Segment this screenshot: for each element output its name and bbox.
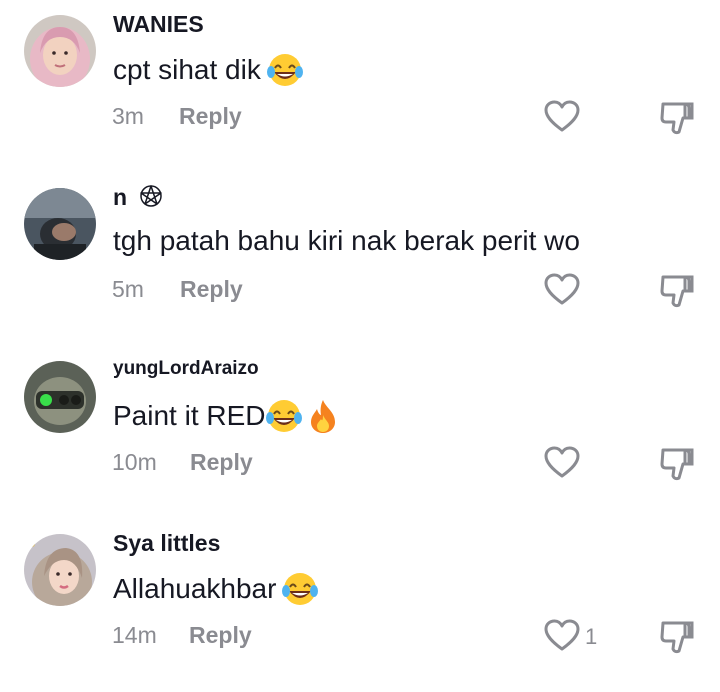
avatar[interactable]: [24, 534, 96, 606]
like-button[interactable]: [543, 444, 585, 484]
fire-emoji-icon: [308, 398, 338, 434]
comment-text-content: cpt sihat dik: [113, 54, 261, 85]
username[interactable]: Sya littles: [113, 530, 220, 557]
like-button[interactable]: [543, 98, 585, 138]
avatar[interactable]: [24, 15, 96, 87]
comment-text: cpt sihat dik: [113, 52, 303, 88]
thumbs-down-outline-icon: [659, 275, 695, 314]
username-text: n: [113, 184, 128, 211]
timestamp: 14m: [112, 622, 157, 648]
thumbs-down-outline-icon: [659, 102, 695, 141]
dislike-button[interactable]: [659, 272, 695, 315]
comment-text-content: Allahuakhbar: [113, 573, 277, 604]
reply-button[interactable]: Reply: [180, 276, 243, 303]
comment-item: WANIES cpt sihat dik 3m Reply: [0, 0, 720, 173]
username[interactable]: yungLordAraizo: [113, 358, 259, 380]
comment-text: Paint it RED: [113, 398, 338, 434]
heart-outline-icon: [543, 99, 581, 138]
thumbs-down-outline-icon: [659, 448, 695, 487]
heart-outline-icon: [543, 618, 581, 657]
like-button[interactable]: [543, 271, 585, 311]
dislike-button[interactable]: [659, 445, 695, 488]
avatar[interactable]: [24, 188, 96, 260]
heart-outline-icon: [543, 445, 581, 484]
comment-text: Allahuakhbar: [113, 571, 319, 607]
reply-button[interactable]: Reply: [179, 103, 242, 130]
comment-item: yungLordAraizo Paint it RED 10m Reply: [0, 346, 720, 519]
comment-text: tgh patah bahu kiri nak berak perit wo: [113, 225, 580, 257]
comment-text-content: Paint it RED: [113, 400, 266, 431]
timestamp: 5m: [112, 276, 144, 302]
reply-button[interactable]: Reply: [189, 622, 252, 649]
laughing-crying-emoji-icon: [265, 398, 302, 434]
comment-item: Sya littles Allahuakhbar 14m Reply 1: [0, 519, 720, 692]
timestamp: 10m: [112, 449, 157, 475]
reply-button[interactable]: Reply: [190, 449, 253, 476]
dislike-button[interactable]: [659, 618, 695, 661]
comment-text-content: tgh patah bahu kiri nak berak perit wo: [113, 225, 580, 256]
username[interactable]: WANIES: [113, 11, 204, 38]
heart-outline-icon: [543, 272, 581, 311]
laughing-crying-emoji-icon: [266, 52, 303, 88]
like-count: 1: [585, 624, 598, 649]
like-button[interactable]: 1: [543, 617, 597, 657]
username[interactable]: n: [113, 184, 163, 214]
comment-item: n tgh patah bahu kiri nak berak perit wo…: [0, 173, 720, 346]
pentagram-icon: [139, 184, 163, 214]
thumbs-down-outline-icon: [659, 621, 695, 660]
timestamp: 3m: [112, 103, 144, 129]
avatar[interactable]: [24, 361, 96, 433]
dislike-button[interactable]: [659, 99, 695, 142]
laughing-crying-emoji-icon: [282, 571, 319, 607]
